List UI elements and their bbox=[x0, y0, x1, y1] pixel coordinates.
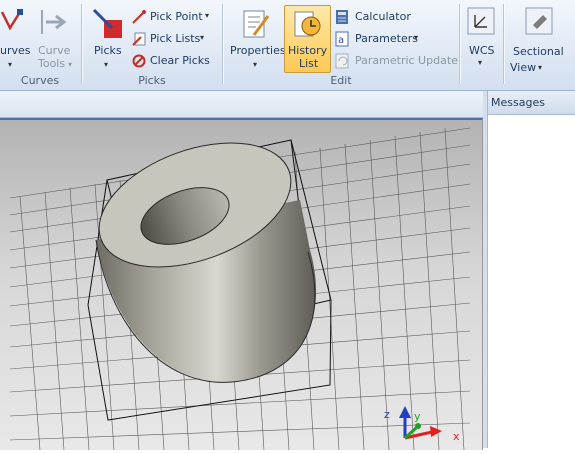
z-axis-label: z bbox=[384, 408, 390, 421]
sectional-view-dropdown-arrow[interactable]: ▾ bbox=[538, 63, 542, 72]
curves-dropdown-arrow[interactable]: ▾ bbox=[8, 60, 12, 69]
clear-picks-label[interactable]: Clear Picks bbox=[150, 54, 210, 67]
picks-group: Picks ▾ Pick Point ▾ Pick Lists ▾ Clear … bbox=[84, 0, 220, 90]
properties-dropdown-arrow[interactable]: ▾ bbox=[253, 60, 257, 69]
curves-button-label[interactable]: urves bbox=[0, 44, 31, 57]
picks-button-label[interactable]: Picks bbox=[94, 44, 122, 57]
curves-group: urves ▾ Curve Tools ▾ Curves bbox=[0, 0, 80, 90]
document-tab-strip bbox=[0, 91, 487, 118]
x-axis-label: x bbox=[453, 430, 460, 443]
sectional-view-group: Sectional View ▾ bbox=[506, 0, 575, 90]
curve-tools-dropdown-arrow[interactable]: ▾ bbox=[68, 60, 72, 69]
curves-group-label: Curves bbox=[20, 74, 60, 87]
properties-label[interactable]: Properties bbox=[230, 44, 286, 57]
pick-lists-label[interactable]: Pick Lists bbox=[150, 32, 200, 45]
y-axis-label: y bbox=[414, 410, 421, 423]
wcs-icon[interactable] bbox=[467, 7, 495, 35]
parameters-dropdown-arrow[interactable]: ▾ bbox=[414, 33, 418, 42]
parametric-update-label[interactable]: Parametric Update bbox=[355, 54, 458, 67]
calculator-label[interactable]: Calculator bbox=[355, 10, 411, 23]
ribbon-separator bbox=[459, 4, 460, 84]
pick-lists-dropdown-arrow[interactable]: ▾ bbox=[200, 33, 204, 42]
picks-icon[interactable] bbox=[92, 8, 124, 40]
pick-point-icon[interactable] bbox=[132, 10, 146, 24]
ribbon: urves ▾ Curve Tools ▾ Curves Picks ▾ Pic… bbox=[0, 0, 575, 91]
wcs-group: WCS ▾ bbox=[462, 0, 502, 90]
history-list-label-2[interactable]: List bbox=[299, 57, 318, 70]
curve-tools-icon[interactable] bbox=[38, 8, 68, 36]
history-list-icon[interactable] bbox=[292, 9, 322, 39]
properties-icon[interactable] bbox=[240, 8, 272, 40]
ribbon-separator bbox=[81, 4, 82, 84]
messages-panel: Messages bbox=[487, 91, 575, 448]
3d-viewport[interactable]: z y x bbox=[0, 118, 483, 451]
history-list-label-1[interactable]: History bbox=[288, 44, 327, 57]
edit-group-label: Edit bbox=[330, 74, 352, 87]
parameters-icon[interactable]: a bbox=[335, 31, 349, 47]
sectional-view-label-1[interactable]: Sectional bbox=[513, 45, 564, 58]
svg-text:a: a bbox=[338, 35, 344, 46]
cylinder-body[interactable] bbox=[82, 120, 317, 383]
curves-icon[interactable] bbox=[0, 8, 26, 36]
ribbon-separator bbox=[503, 4, 504, 84]
clear-picks-icon[interactable] bbox=[132, 54, 146, 68]
pick-lists-icon[interactable] bbox=[132, 32, 146, 46]
wcs-dropdown-arrow[interactable]: ▾ bbox=[478, 58, 482, 67]
edit-group: Properties ▾ History List Calculator a P… bbox=[225, 0, 458, 90]
picks-dropdown-arrow[interactable]: ▾ bbox=[104, 60, 108, 69]
curve-tools-label[interactable]: Curve Tools bbox=[38, 44, 70, 70]
3d-scene[interactable]: z y x bbox=[0, 120, 482, 451]
parameters-label[interactable]: Parameters bbox=[355, 32, 418, 45]
sectional-view-label-2[interactable]: View bbox=[510, 61, 536, 74]
messages-panel-title: Messages bbox=[488, 91, 575, 115]
wcs-label[interactable]: WCS bbox=[469, 44, 495, 57]
sectional-view-icon[interactable] bbox=[525, 7, 553, 35]
picks-group-label: Picks bbox=[138, 74, 166, 87]
pick-point-dropdown-arrow[interactable]: ▾ bbox=[205, 11, 209, 20]
calculator-icon[interactable] bbox=[335, 9, 349, 25]
ribbon-separator bbox=[222, 4, 223, 84]
parametric-update-icon[interactable] bbox=[335, 53, 349, 69]
pick-point-label[interactable]: Pick Point bbox=[150, 10, 203, 23]
